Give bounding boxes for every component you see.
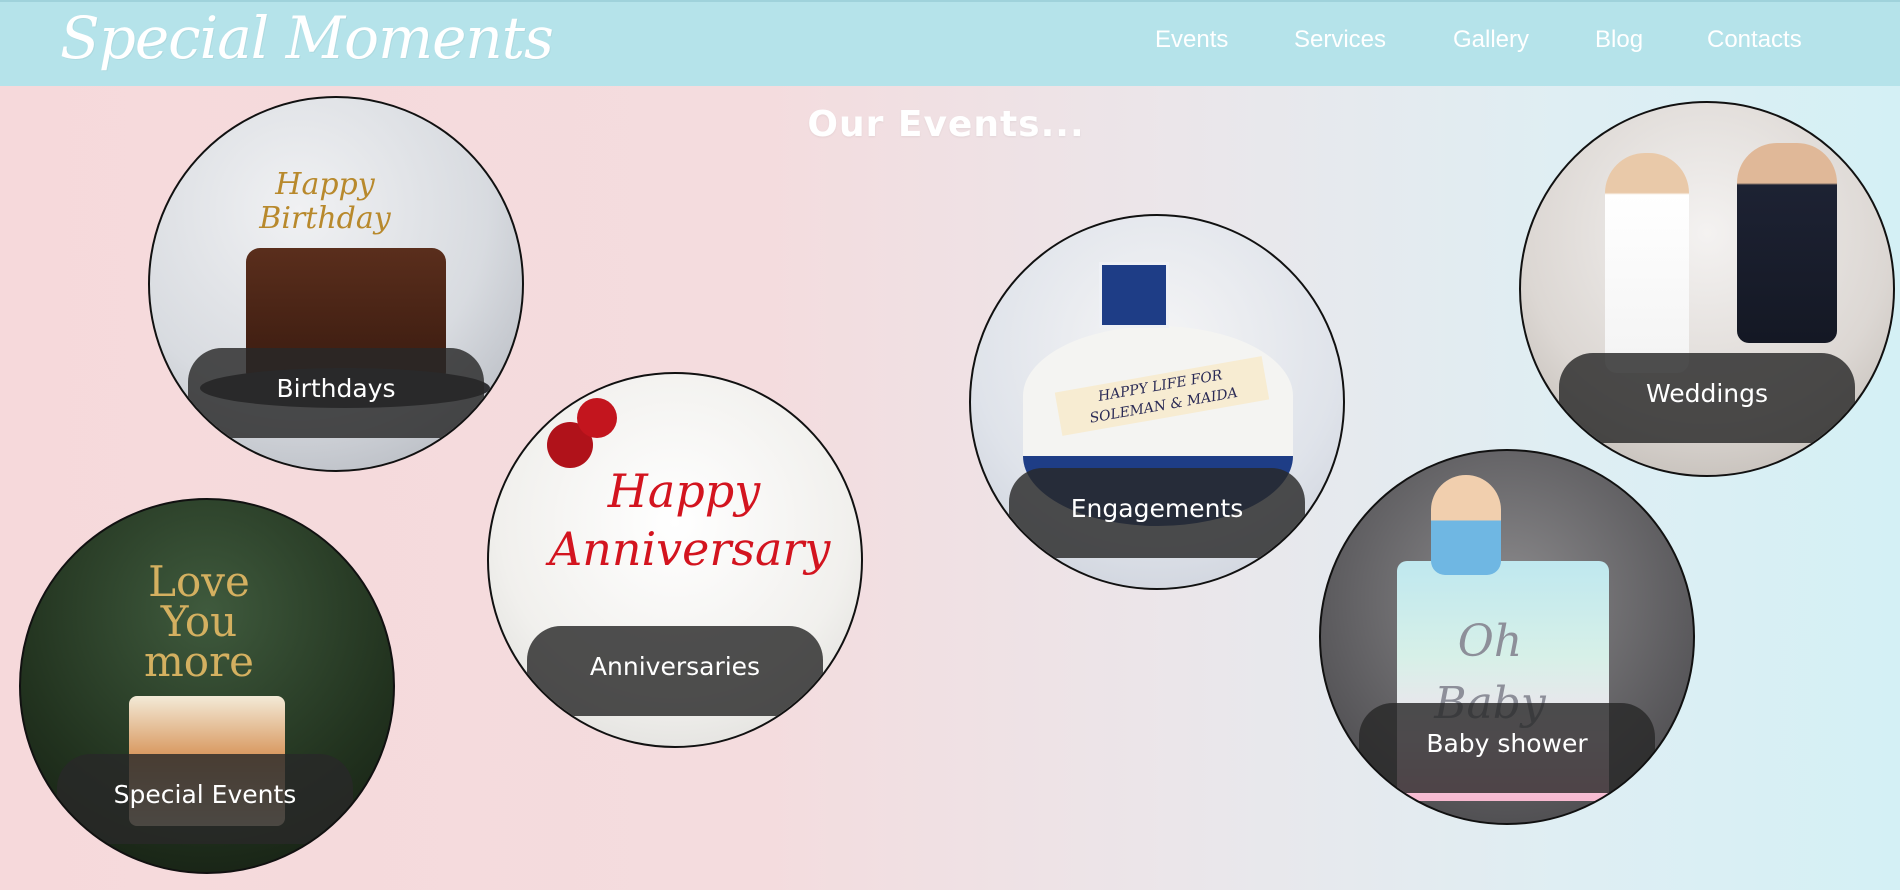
event-caption: Engagements <box>1009 468 1305 558</box>
event-caption: Special Events <box>57 754 353 844</box>
event-engagements[interactable]: HAPPY LIFE FOR SOLEMAN & MAIDA Engagemen… <box>969 214 1345 590</box>
nav-gallery[interactable]: Gallery <box>1453 26 1529 54</box>
event-label: Special Events <box>113 780 297 809</box>
event-weddings[interactable]: Weddings <box>1519 101 1895 477</box>
gift-box-icon <box>1099 262 1169 328</box>
event-caption: Weddings <box>1559 353 1855 443</box>
bride-figure <box>1605 153 1689 373</box>
site-header: Special Moments Events Services Gallery … <box>0 0 1900 86</box>
event-baby-shower[interactable]: Oh Baby Baby shower <box>1319 449 1695 825</box>
event-label: Anniversaries <box>589 652 761 681</box>
event-label: Weddings <box>1645 379 1769 408</box>
event-label: Baby shower <box>1426 729 1588 758</box>
love-topper: Love You more <box>143 557 255 686</box>
event-label: Birthdays <box>276 374 396 403</box>
baby-boy-figure <box>1431 475 1501 575</box>
event-label: Engagements <box>1070 494 1244 523</box>
event-birthdays[interactable]: Happy Birthday Birthdays <box>148 96 524 472</box>
event-special-events[interactable]: Love You more Special Events <box>19 498 395 874</box>
event-caption: Baby shower <box>1359 703 1655 793</box>
event-caption: Anniversaries <box>527 626 823 716</box>
nav-events[interactable]: Events <box>1155 26 1228 54</box>
event-anniversaries[interactable]: Happy Anniversary Anniversaries <box>487 372 863 748</box>
event-caption: Birthdays <box>188 348 484 438</box>
main-nav: Events Services Gallery Blog Contacts <box>0 26 1900 62</box>
nav-blog[interactable]: Blog <box>1595 26 1643 54</box>
rose-icon <box>577 398 617 438</box>
birthday-topper: Happy Birthday <box>259 167 391 236</box>
nav-contacts[interactable]: Contacts <box>1707 26 1802 54</box>
anniversary-inscription: Happy Anniversary <box>549 464 831 576</box>
nav-services[interactable]: Services <box>1294 26 1386 54</box>
groom-figure <box>1737 143 1837 343</box>
